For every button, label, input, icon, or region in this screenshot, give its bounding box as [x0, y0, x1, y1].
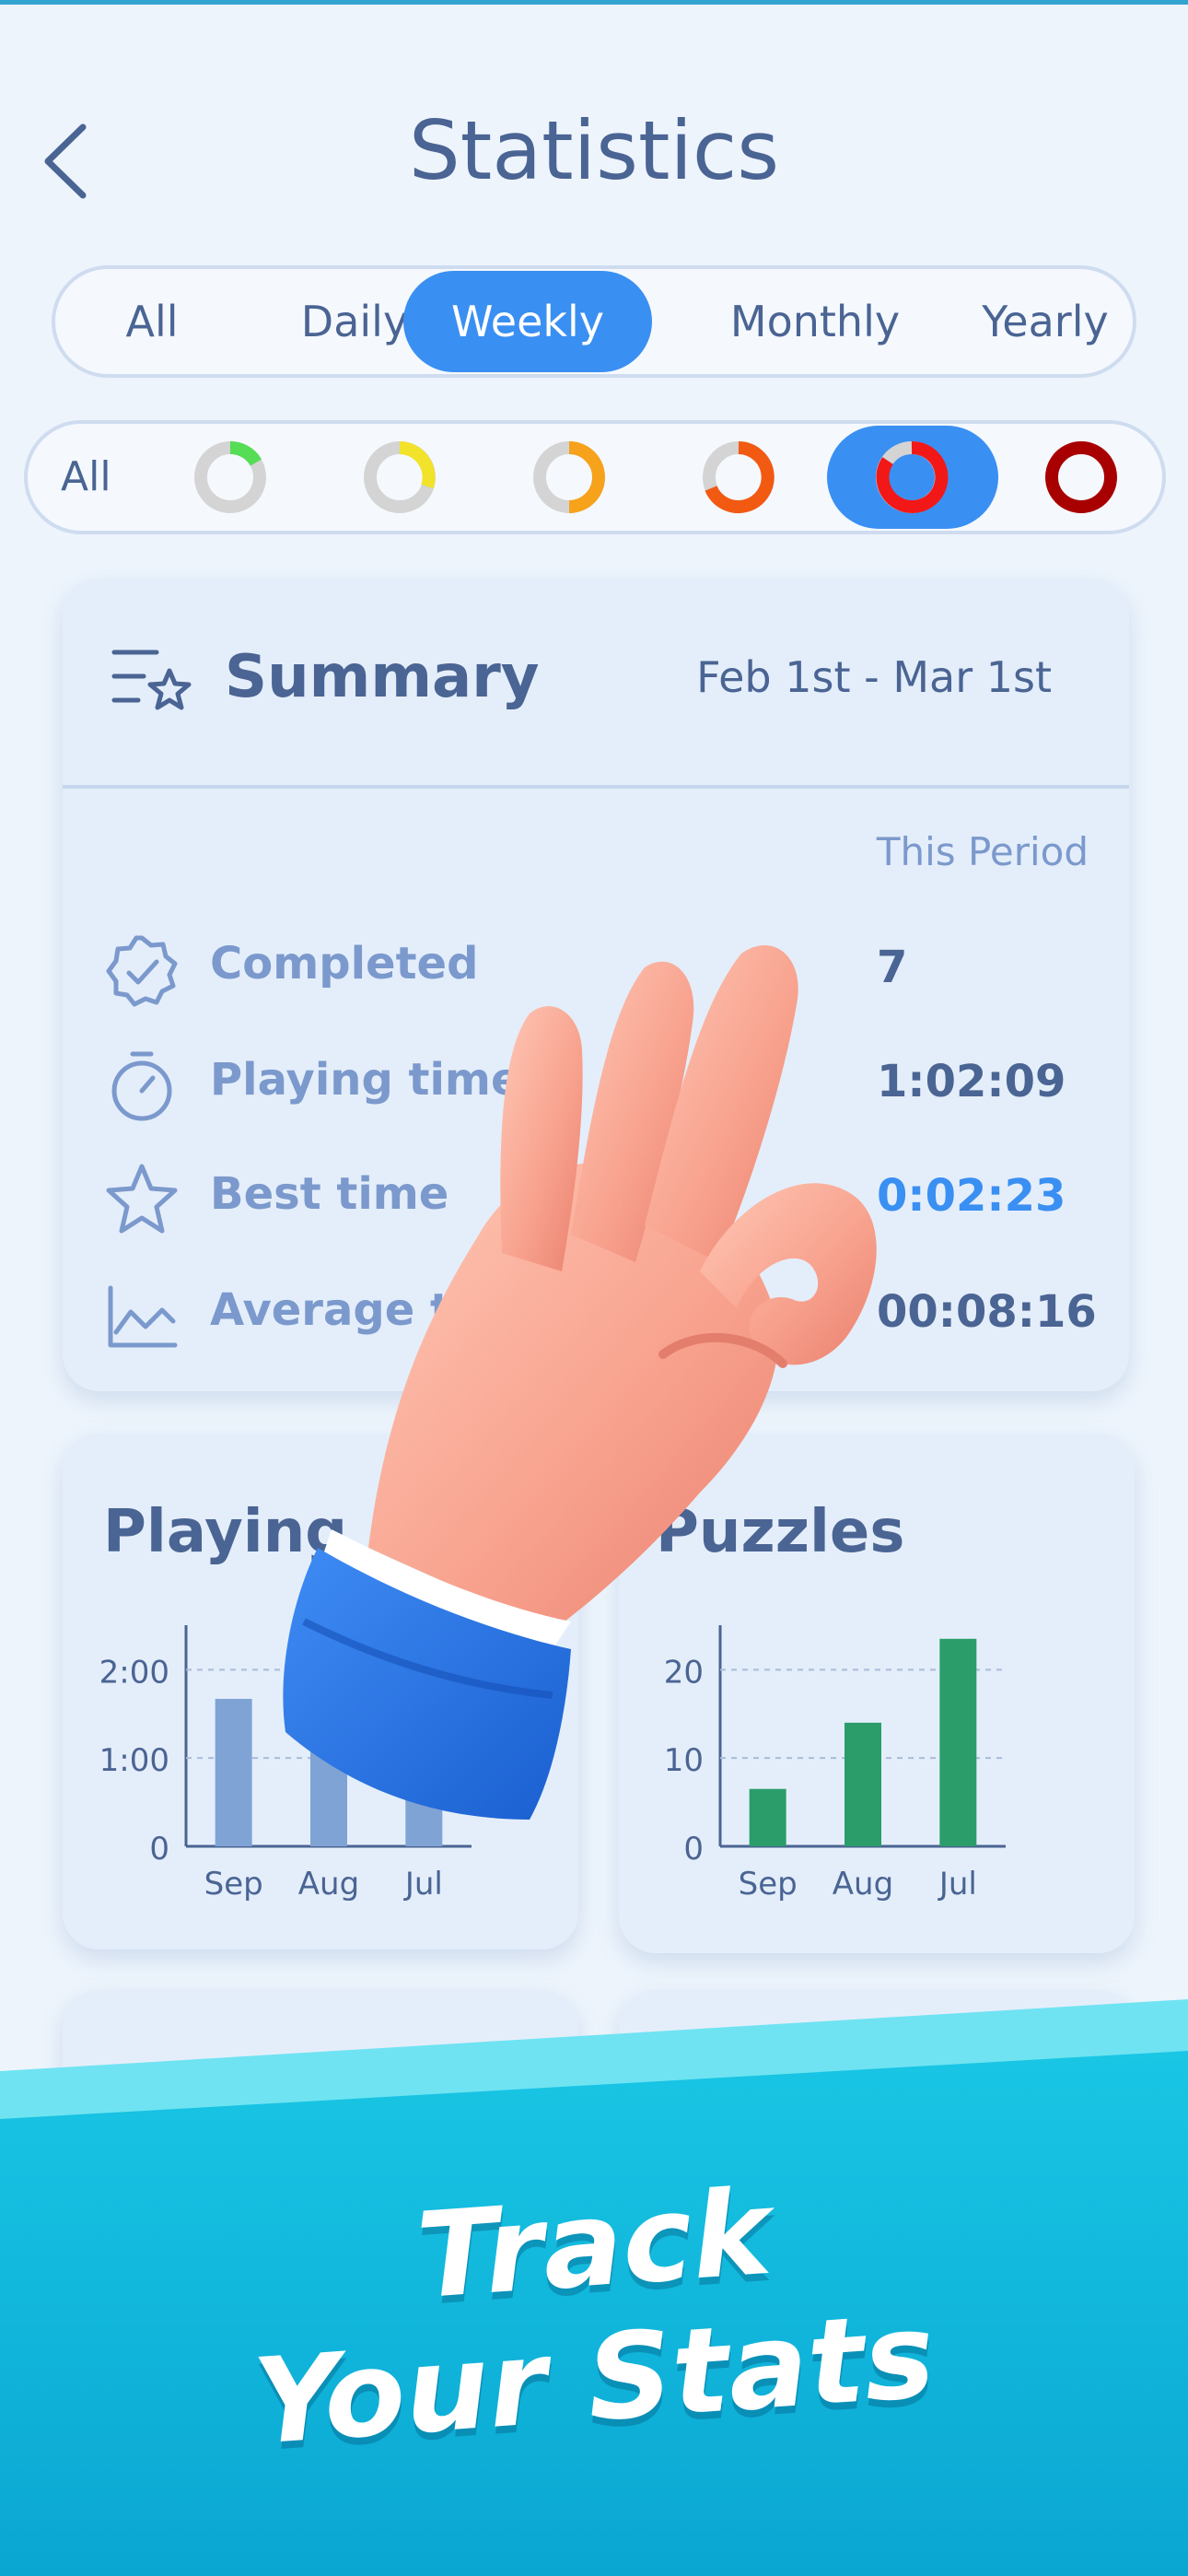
ok-hand-illustration	[283, 945, 877, 1820]
